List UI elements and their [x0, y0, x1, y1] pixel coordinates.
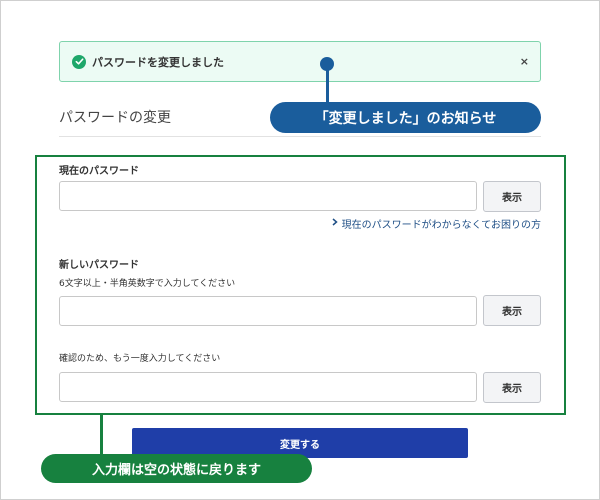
password-help-link[interactable]: 現在のパスワードがわからなくてお困りの方 — [332, 216, 541, 231]
help-link-label: 現在のパスワードがわからなくてお困りの方 — [341, 220, 541, 231]
callout-connector — [326, 64, 329, 104]
confirm-password-show-button[interactable]: 表示 — [483, 372, 541, 403]
check-circle-icon — [72, 54, 86, 69]
confirm-password-hint: 確認のため、もう一度入力してください — [59, 354, 221, 364]
callout-notice: 「変更しました」のお知らせ — [270, 102, 541, 133]
callout-connector-green — [100, 415, 103, 456]
alert-message: パスワードを変更しました — [92, 55, 224, 69]
current-password-show-button[interactable]: 表示 — [483, 181, 541, 212]
new-password-show-button[interactable]: 表示 — [483, 295, 541, 326]
new-password-hint: 6文字以上・半角英数字で入力してください — [59, 279, 236, 289]
current-password-input[interactable] — [59, 181, 477, 211]
confirm-password-input[interactable] — [59, 372, 477, 402]
page-title: パスワードの変更 — [59, 110, 171, 126]
close-icon[interactable]: × — [520, 55, 529, 68]
chevron-right-icon — [332, 218, 338, 229]
current-password-label: 現在のパスワード — [59, 166, 139, 177]
success-alert: パスワードを変更しました × — [59, 41, 541, 82]
callout-fields-reset: 入力欄は空の状態に戻ります — [41, 454, 312, 483]
new-password-input[interactable] — [59, 296, 477, 326]
title-divider — [59, 136, 541, 137]
new-password-label: 新しいパスワード — [59, 260, 139, 271]
